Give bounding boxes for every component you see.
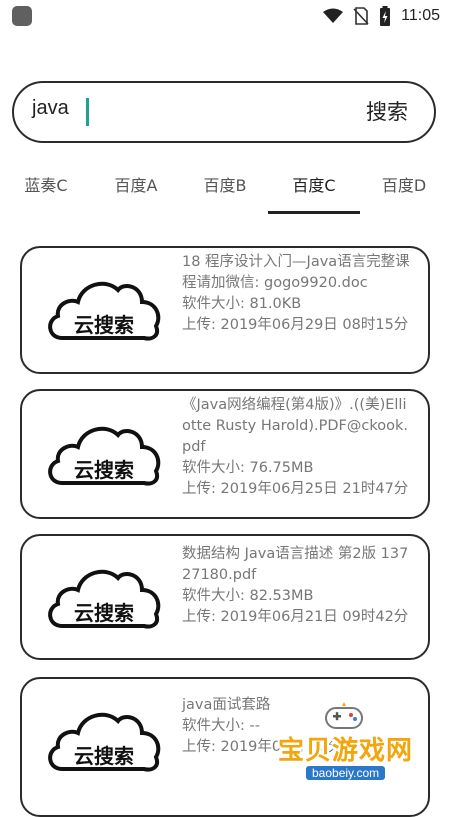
tab-baidu-c[interactable]: 百度C (272, 170, 356, 216)
wifi-icon (323, 8, 344, 23)
app-notification-icon (12, 6, 32, 26)
gamepad-icon (325, 702, 363, 729)
status-icons: 11:05 (323, 5, 440, 27)
tab-lanzou-c[interactable]: 蓝奏C (4, 170, 88, 216)
result-card[interactable]: 云搜索 18 程序设计入门—Java语言完整课程请加微信: gogo9920.d… (20, 246, 430, 374)
text-cursor (86, 98, 89, 126)
upload-time: 上传: 2019年06月29日 08时15分 (182, 317, 409, 333)
result-info: 《Java网络编程(第4版)》.((美)Elliotte Rusty Harol… (182, 395, 414, 500)
watermark: 宝贝游戏网 baobeiy.com (268, 700, 428, 790)
logo-text: 云搜索 (74, 313, 134, 337)
search-bar: java 搜索 (12, 81, 436, 143)
tab-baidu-d[interactable]: 百度D (362, 170, 446, 216)
cloud-search-logo: 云搜索 (48, 281, 161, 341)
tab-baidu-a[interactable]: 百度A (94, 170, 178, 216)
watermark-url: baobeiy.com (306, 766, 386, 780)
source-tabs: 蓝奏C 百度A 百度B 百度C 百度D (0, 170, 450, 216)
logo-text: 云搜索 (74, 744, 134, 768)
file-name: 18 程序设计入门—Java语言完整课程请加微信: gogo9920.doc (182, 254, 410, 291)
upload-time: 上传: 2019年06月21日 09时42分 (182, 609, 409, 625)
active-tab-indicator (268, 211, 360, 214)
search-button[interactable]: 搜索 (366, 96, 408, 126)
status-bar: 11:05 (0, 0, 450, 32)
upload-time: 上传: 2019年06月25日 21时47分 (182, 481, 409, 497)
cloud-search-logo: 云搜索 (48, 712, 161, 772)
file-size: 软件大小: 82.53MB (182, 588, 314, 604)
watermark-text: 宝贝游戏网 (278, 736, 414, 766)
file-name: 《Java网络编程(第4版)》.((美)Elliotte Rusty Harol… (182, 397, 408, 455)
result-card[interactable]: 云搜索 数据结构 Java语言描述 第2版 13727180.pdf 软件大小:… (20, 534, 430, 660)
search-input[interactable]: java (32, 97, 69, 120)
logo-text: 云搜索 (74, 458, 134, 482)
tab-baidu-b[interactable]: 百度B (183, 170, 267, 216)
file-name: 数据结构 Java语言描述 第2版 13727180.pdf (182, 546, 409, 583)
result-info: 18 程序设计入门—Java语言完整课程请加微信: gogo9920.doc 软… (182, 252, 414, 336)
logo-text: 云搜索 (74, 601, 134, 625)
cloud-search-logo: 云搜索 (48, 569, 161, 629)
file-size: 软件大小: 81.0KB (182, 296, 302, 312)
result-card[interactable]: 云搜索 《Java网络编程(第4版)》.((美)Elliotte Rusty H… (20, 389, 430, 519)
battery-icon (380, 6, 391, 26)
file-size: 软件大小: 76.75MB (182, 460, 314, 476)
no-sim-icon (353, 7, 369, 25)
result-info: 数据结构 Java语言描述 第2版 13727180.pdf 软件大小: 82.… (182, 544, 414, 628)
cloud-search-logo: 云搜索 (48, 426, 161, 486)
clock: 11:05 (401, 7, 440, 24)
